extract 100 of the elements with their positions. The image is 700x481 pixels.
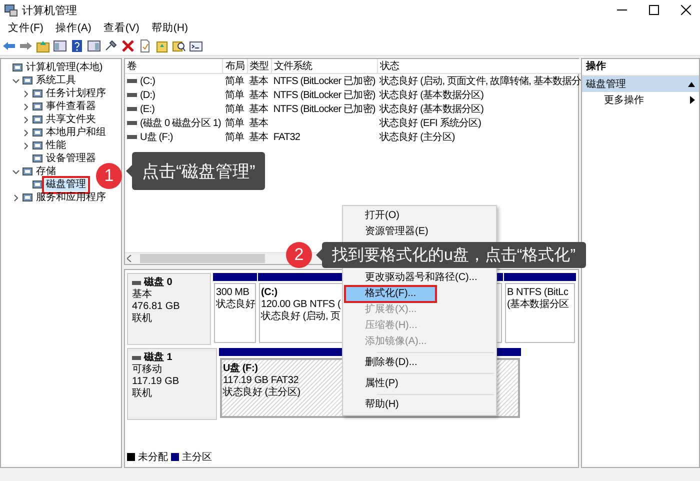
table-cell: NTFS (BitLocker 已加密) bbox=[273, 104, 376, 115]
tree-item[interactable]: 事件查看器 bbox=[45, 100, 97, 112]
disk-type: 基本 bbox=[132, 289, 153, 301]
table-cell-text: U盘 (F:) bbox=[140, 131, 173, 144]
context-menu-item[interactable]: 帮助(H) bbox=[345, 397, 494, 413]
context-menu-item[interactable]: 打开(O) bbox=[345, 208, 494, 224]
legend-label: 主分区 bbox=[182, 450, 212, 464]
tree-item[interactable]: 本地用户和组 bbox=[45, 126, 107, 138]
table-cell: 简单 bbox=[224, 90, 244, 101]
table-cell: 简单 bbox=[224, 104, 244, 115]
maximize-icon[interactable] bbox=[649, 5, 659, 15]
context-menu-item[interactable]: 格式化(F)... bbox=[345, 286, 436, 302]
menu-item[interactable]: 查看(V) bbox=[97, 20, 146, 36]
collapse-chevron-icon[interactable] bbox=[12, 76, 20, 84]
disk-name: 磁盘 1 bbox=[144, 352, 172, 364]
disk-info-panel[interactable]: 磁盘 1 可移动 117.19 GB 联机 bbox=[127, 348, 217, 420]
table-cell: 状态良好 (主分区) bbox=[379, 132, 455, 143]
node-icon bbox=[32, 153, 43, 164]
context-menu-item[interactable]: 删除卷(D)... bbox=[345, 355, 494, 371]
close-icon[interactable] bbox=[681, 5, 691, 15]
node-icon bbox=[22, 166, 33, 177]
tree-item[interactable]: 系统工具 bbox=[35, 74, 77, 86]
disk-size: 476.81 GB bbox=[132, 301, 181, 312]
table-cell: 简单 bbox=[224, 76, 244, 87]
disk-type: 可移动 bbox=[132, 364, 163, 376]
tree-item[interactable]: 性能 bbox=[45, 140, 67, 152]
window-title: 计算机管理 bbox=[22, 4, 78, 18]
collapse-triangle-icon[interactable] bbox=[688, 82, 695, 86]
table-cell: 状态良好 (基本数据分区) bbox=[379, 90, 484, 101]
table-cell: 基本 bbox=[249, 118, 268, 129]
table-cell: (C:) bbox=[140, 76, 156, 86]
tree-item[interactable]: 计算机管理(本地) bbox=[25, 62, 104, 74]
menu-item[interactable]: 操作(A) bbox=[49, 20, 98, 36]
search-icon[interactable] bbox=[172, 38, 186, 52]
expand-chevron-icon[interactable] bbox=[22, 116, 30, 124]
column-header[interactable]: 类型 bbox=[247, 59, 272, 74]
node-icon bbox=[32, 101, 43, 112]
expand-chevron-icon[interactable] bbox=[22, 102, 30, 110]
instruction-tooltip: 点击“磁盘管理” bbox=[126, 152, 266, 190]
delete-icon[interactable] bbox=[121, 38, 135, 52]
submenu-triangle-icon bbox=[690, 96, 695, 104]
disk-name: 磁盘 0 bbox=[144, 277, 172, 288]
node-icon bbox=[22, 192, 33, 203]
disk-info-panel[interactable]: 磁盘 0 基本 476.81 GB 联机 bbox=[127, 273, 211, 345]
action-item[interactable]: 更多操作 bbox=[604, 93, 644, 107]
table-cell: NTFS (BitLocker 已加密) bbox=[273, 90, 376, 101]
instruction-tooltip: 找到要格式化的u盘，点击“格式化” bbox=[316, 242, 586, 268]
help-icon[interactable] bbox=[70, 38, 84, 52]
context-menu-item[interactable]: 资源管理器(E) bbox=[345, 224, 494, 240]
tree-item[interactable]: 设备管理器 bbox=[45, 152, 97, 164]
panel-icon[interactable] bbox=[53, 38, 67, 52]
menu-item[interactable]: 帮助(H) bbox=[145, 20, 194, 36]
expand-chevron-icon[interactable] bbox=[22, 142, 30, 150]
pointer-icon bbox=[316, 249, 322, 261]
table-cell: 简单 bbox=[224, 118, 244, 129]
context-menu-item[interactable]: 更改驱动器号和路径(C)... bbox=[345, 270, 494, 286]
menu-item[interactable]: 文件(F) bbox=[2, 20, 50, 36]
expand-chevron-icon[interactable] bbox=[12, 194, 20, 202]
node-icon bbox=[32, 127, 43, 138]
scroll-left-icon[interactable] bbox=[127, 255, 132, 262]
app-icon bbox=[4, 3, 18, 17]
partition-block[interactable]: 300 MB 状态良好 bbox=[214, 283, 256, 343]
node-icon bbox=[12, 62, 23, 73]
table-cell: FAT32 bbox=[273, 132, 300, 142]
collapse-chevron-icon[interactable] bbox=[12, 168, 20, 176]
document-icon[interactable] bbox=[138, 38, 152, 52]
table-cell: 基本 bbox=[249, 76, 268, 87]
console-icon[interactable] bbox=[189, 38, 203, 52]
tree-item[interactable]: 服务和应用程序 bbox=[35, 192, 107, 204]
node-icon bbox=[32, 140, 43, 151]
table-cell: 简单 bbox=[224, 132, 244, 143]
table-cell: 基本 bbox=[249, 132, 268, 143]
table-cell: 状态良好 (基本数据分区) bbox=[379, 104, 484, 115]
disk-size: 117.19 GB bbox=[132, 376, 180, 388]
node-icon bbox=[32, 88, 43, 99]
column-header[interactable]: 文件系统 bbox=[271, 59, 378, 74]
scrollbar-thumb[interactable] bbox=[140, 254, 265, 263]
table-cell: (E:) bbox=[140, 104, 155, 114]
table-cell: 基本 bbox=[249, 90, 268, 101]
folder-up-icon[interactable] bbox=[36, 38, 50, 52]
tree-item[interactable]: 任务计划程序 bbox=[45, 88, 107, 100]
disk-status: 联机 bbox=[132, 313, 153, 325]
context-menu-item[interactable]: 属性(P) bbox=[345, 376, 494, 392]
expand-chevron-icon[interactable] bbox=[22, 128, 30, 136]
column-header[interactable]: 状态 bbox=[377, 59, 584, 74]
node-icon bbox=[32, 114, 43, 125]
partition-block[interactable]: B NTFS (BitLc (基本数据分区 bbox=[505, 283, 575, 343]
panel-icon[interactable] bbox=[87, 38, 101, 52]
pointer-icon bbox=[126, 165, 132, 177]
table-cell: (D:) bbox=[140, 90, 156, 100]
expand-chevron-icon[interactable] bbox=[22, 90, 30, 98]
node-icon bbox=[22, 75, 33, 86]
column-header[interactable]: 布局 bbox=[222, 59, 248, 74]
tree-item[interactable]: 存储 bbox=[35, 166, 57, 178]
column-header[interactable]: 卷 bbox=[125, 59, 223, 74]
legend-label: 未分配 bbox=[138, 450, 168, 464]
tree-item[interactable]: 磁盘管理 bbox=[45, 178, 87, 190]
table-cell-text: (磁盘 0 磁盘分区 1) bbox=[140, 117, 221, 130]
tree-item[interactable]: 共享文件夹 bbox=[45, 114, 97, 126]
table-cell: NTFS (BitLocker 已加密) bbox=[273, 76, 376, 87]
